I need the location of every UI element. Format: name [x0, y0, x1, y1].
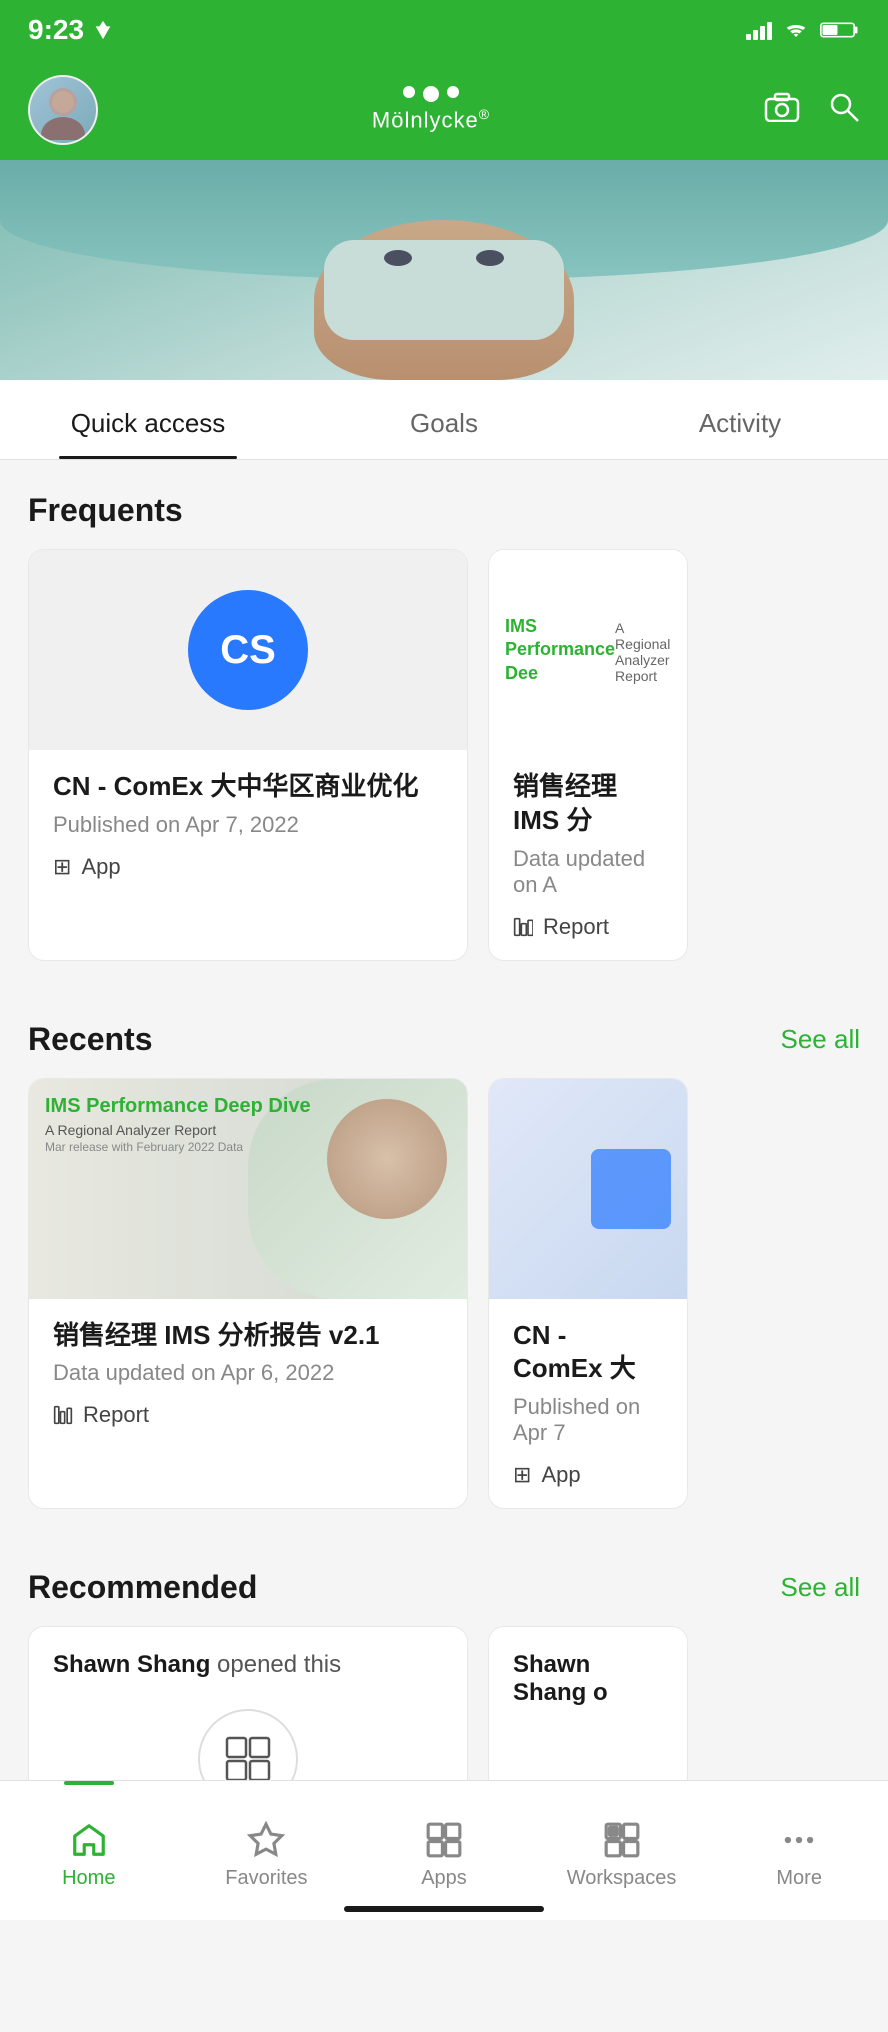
nav-apps[interactable]: Apps [355, 1781, 533, 1920]
camera-icon [764, 92, 800, 122]
report-icon [513, 917, 533, 937]
status-bar: 9:23 [0, 0, 888, 60]
search-button[interactable] [828, 91, 860, 130]
app-type-icon: ⊞ [513, 1462, 531, 1488]
home-indicator [344, 1906, 544, 1912]
signal-bars [746, 20, 772, 40]
apps-icon [425, 1821, 463, 1859]
tab-goals[interactable]: Goals [296, 380, 592, 459]
rec-opened-by: Shawn Shang o [513, 1651, 663, 1707]
home-icon [70, 1821, 108, 1859]
card-preview: IMS Performance Dee A Regional Analyzer … [489, 550, 687, 750]
card-meta: Published on Apr 7 [513, 1394, 663, 1446]
list-item[interactable]: CN - ComEx 大 Published on Apr 7 ⊞ App [488, 1078, 688, 1510]
camera-button[interactable] [764, 92, 800, 129]
recents-cards: IMS Performance Deep Dive A Regional Ana… [28, 1078, 860, 1538]
battery-icon [820, 20, 860, 40]
logo-text: Mölnlycke® [372, 106, 490, 133]
nav-home-label: Home [62, 1867, 115, 1890]
rec-opened-by: Shawn Shang opened this [53, 1651, 443, 1679]
report-icon [53, 1405, 73, 1425]
list-item[interactable]: CS CN - ComEx 大中华区商业优化 Published on Apr … [28, 549, 468, 961]
card-type: ⊞ App [513, 1462, 663, 1488]
card-title: CN - ComEx 大 [513, 1319, 663, 1387]
card-preview: IMS Performance Deep Dive A Regional Ana… [29, 1079, 467, 1299]
app-header: Mölnlycke® [0, 60, 888, 160]
search-icon [828, 91, 860, 123]
recents-see-all[interactable]: See all [781, 1024, 861, 1055]
list-item[interactable]: IMS Performance Dee A Regional Analyzer … [488, 549, 688, 961]
recents-title: Recents [28, 1021, 153, 1058]
nav-workspaces-label: Workspaces [567, 1867, 677, 1890]
card-preview [489, 1079, 687, 1299]
nav-workspaces[interactable]: Workspaces [533, 1781, 711, 1920]
tab-quick-access[interactable]: Quick access [0, 380, 296, 459]
grid-icon [223, 1734, 273, 1784]
recents-section: Recents See all IMS Performance Deep Div… [0, 989, 888, 1538]
status-time: 9:23 [28, 14, 114, 46]
nav-apps-label: Apps [421, 1867, 467, 1890]
recommended-see-all[interactable]: See all [781, 1572, 861, 1603]
more-icon [780, 1821, 818, 1859]
frequents-title: Frequents [28, 492, 183, 529]
card-meta: Published on Apr 7, 2022 [53, 812, 443, 838]
card-title: 销售经理 IMS 分析报告 v2.1 [53, 1319, 443, 1353]
list-item[interactable]: IMS Performance Deep Dive A Regional Ana… [28, 1078, 468, 1510]
card-meta: Data updated on Apr 6, 2022 [53, 1360, 443, 1386]
frequents-cards: CS CN - ComEx 大中华区商业优化 Published on Apr … [28, 549, 860, 989]
card-type: Report [513, 914, 663, 940]
main-tabs: Quick access Goals Activity [0, 380, 888, 460]
avatar[interactable] [28, 75, 98, 145]
card-preview: CS [29, 550, 467, 750]
wifi-icon [782, 20, 810, 40]
tab-activity[interactable]: Activity [592, 380, 888, 459]
hero-image [0, 160, 888, 380]
nav-favorites[interactable]: Favorites [178, 1781, 356, 1920]
app-type-icon: ⊞ [53, 854, 71, 880]
nav-more[interactable]: More [710, 1781, 888, 1920]
frequents-section: Frequents CS CN - ComEx 大中华区商业优化 Publish… [0, 460, 888, 989]
nav-more-label: More [776, 1867, 822, 1890]
card-meta: Data updated on A [513, 846, 663, 898]
location-icon [92, 19, 114, 41]
active-indicator [64, 1781, 114, 1785]
nav-favorites-label: Favorites [225, 1867, 307, 1890]
card-title: CN - ComEx 大中华区商业优化 [53, 770, 443, 804]
bottom-nav: Home Favorites Apps Workspaces [0, 1780, 888, 1920]
card-type: ⊞ App [53, 854, 443, 880]
workspaces-icon [603, 1821, 641, 1859]
recommended-title: Recommended [28, 1569, 257, 1606]
user-avatar-img [38, 80, 88, 140]
favorites-icon [247, 1821, 285, 1859]
time-display: 9:23 [28, 14, 84, 46]
card-initials: CS [188, 590, 308, 710]
app-logo: Mölnlycke® [372, 86, 490, 133]
nav-home[interactable]: Home [0, 1781, 178, 1920]
status-icons [746, 20, 860, 40]
card-title: 销售经理 IMS 分 [513, 770, 663, 838]
card-type: Report [53, 1402, 443, 1428]
header-actions [764, 91, 860, 130]
